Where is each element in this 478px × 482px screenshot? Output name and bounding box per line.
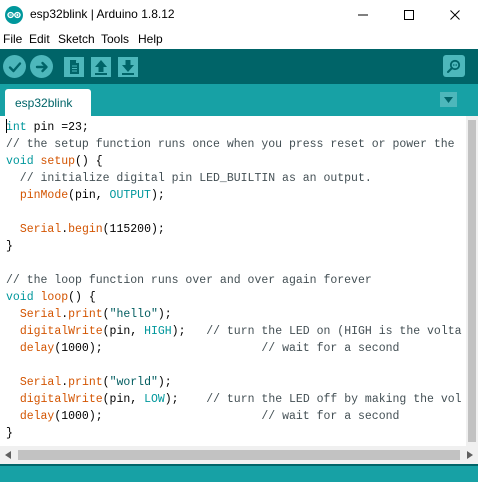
serial-monitor-icon (447, 59, 461, 73)
minimize-icon (358, 14, 368, 16)
horizontal-scroll-thumb[interactable] (18, 450, 460, 460)
upload-icon (35, 61, 48, 72)
code-line: digitalWrite(pin, HIGH); // turn the LED… (19, 325, 462, 338)
code-line: void loop() { (6, 291, 96, 304)
open-icon (90, 56, 111, 77)
console-area (0, 466, 478, 482)
new-icon (63, 56, 84, 77)
verify-button[interactable] (3, 55, 26, 78)
code-line: delay(1000); // wait for a second (19, 410, 400, 423)
verify-icon (8, 61, 21, 72)
code-line: // the setup function runs once when you… (6, 138, 455, 151)
code-line: Serial.print("world"); (19, 376, 172, 389)
menu-file[interactable]: File (3, 32, 22, 46)
chevron-right-icon (467, 451, 473, 459)
menu-sketch[interactable]: Sketch (58, 32, 95, 46)
code-line: // initialize digital pin LED_BUILTIN as… (6, 172, 372, 185)
code-line: } (6, 240, 13, 253)
code-line: } (6, 427, 13, 440)
code-line: delay(1000); // wait for a second (19, 342, 400, 355)
window-title: esp32blink | Arduino 1.8.12 (30, 7, 175, 21)
vertical-scroll-thumb[interactable] (468, 120, 476, 442)
close-icon (450, 10, 460, 20)
code-line: digitalWrite(pin, LOW); // turn the LED … (19, 393, 462, 406)
tab-strip: esp32blink (0, 84, 478, 116)
code-line: void setup() { (6, 155, 103, 168)
code-line: Serial.begin(115200); (19, 223, 165, 236)
code-editor[interactable]: int pin =23; // the setup function runs … (0, 116, 466, 446)
menu-help[interactable]: Help (138, 32, 163, 46)
horizontal-scrollbar[interactable] (0, 446, 478, 464)
save-button[interactable] (116, 55, 139, 78)
scroll-left-button[interactable] (2, 449, 14, 461)
tab-esp32blink[interactable]: esp32blink (5, 89, 91, 116)
upload-button[interactable] (30, 55, 53, 78)
code-line: int pin =23; (6, 121, 89, 134)
minimize-button[interactable] (340, 0, 386, 30)
text-cursor (6, 119, 7, 133)
code-line: // the loop function runs over and over … (6, 274, 372, 287)
new-sketch-button[interactable] (62, 55, 85, 78)
toolbar (0, 49, 478, 84)
menu-edit[interactable]: Edit (29, 32, 50, 46)
maximize-button[interactable] (386, 0, 432, 30)
title-bar: esp32blink | Arduino 1.8.12 (0, 0, 478, 30)
menu-tools[interactable]: Tools (101, 32, 129, 46)
serial-monitor-button[interactable] (443, 55, 465, 77)
save-icon (117, 56, 138, 77)
menu-bar: File Edit Sketch Tools Help (0, 30, 478, 49)
chevron-down-icon (444, 96, 453, 103)
tab-label: esp32blink (15, 96, 73, 110)
arduino-logo-icon (5, 6, 23, 24)
close-button[interactable] (432, 0, 478, 30)
code-line: Serial.print("hello"); (19, 308, 172, 321)
vertical-scrollbar[interactable] (466, 116, 478, 446)
chevron-left-icon (5, 451, 11, 459)
code-line: pinMode(pin, OUTPUT); (19, 189, 165, 202)
open-button[interactable] (89, 55, 112, 78)
maximize-icon (404, 10, 414, 20)
scroll-right-button[interactable] (464, 449, 476, 461)
tab-menu-button[interactable] (440, 92, 457, 107)
